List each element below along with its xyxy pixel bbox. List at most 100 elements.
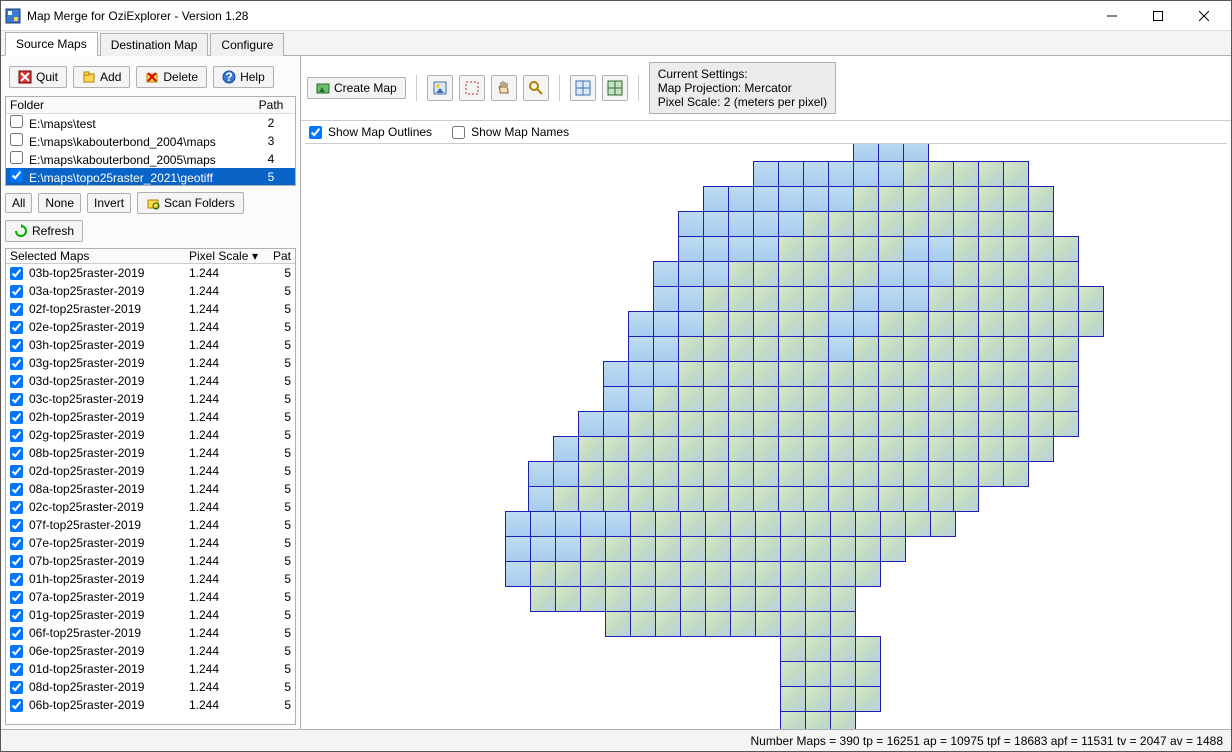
map-tile[interactable]: [653, 411, 679, 437]
map-tile[interactable]: [928, 411, 954, 437]
map-tile[interactable]: [580, 511, 606, 537]
map-tile[interactable]: [978, 386, 1004, 412]
map-tile[interactable]: [803, 461, 829, 487]
map-tile[interactable]: [878, 186, 904, 212]
map-tile[interactable]: [1053, 336, 1079, 362]
map-tile[interactable]: [928, 311, 954, 337]
map-tile[interactable]: [828, 311, 854, 337]
map-checkbox[interactable]: [10, 375, 23, 388]
map-tile[interactable]: [703, 311, 729, 337]
map-tile[interactable]: [505, 511, 531, 537]
map-tile[interactable]: [828, 386, 854, 412]
map-tile[interactable]: [803, 261, 829, 287]
map-tile[interactable]: [853, 186, 879, 212]
map-tile[interactable]: [903, 286, 929, 312]
map-tile[interactable]: [1028, 286, 1054, 312]
map-tile[interactable]: [878, 361, 904, 387]
map-tile[interactable]: [753, 411, 779, 437]
map-tile[interactable]: [828, 411, 854, 437]
map-tile[interactable]: [655, 536, 681, 562]
map-checkbox[interactable]: [10, 699, 23, 712]
map-tile[interactable]: [978, 261, 1004, 287]
map-tile[interactable]: [778, 311, 804, 337]
show-outlines-checkbox[interactable]: Show Map Outlines: [309, 125, 432, 139]
map-tile[interactable]: [903, 186, 929, 212]
map-tile[interactable]: [780, 586, 806, 612]
map-tile[interactable]: [1028, 411, 1054, 437]
map-tile[interactable]: [703, 211, 729, 237]
map-tile[interactable]: [680, 586, 706, 612]
names-check[interactable]: [452, 126, 465, 139]
map-tile[interactable]: [928, 211, 954, 237]
map-tile[interactable]: [780, 661, 806, 687]
map-tile[interactable]: [630, 611, 656, 637]
map-tile[interactable]: [1003, 161, 1029, 187]
map-tile[interactable]: [778, 411, 804, 437]
map-tile[interactable]: [753, 211, 779, 237]
map-tile[interactable]: [753, 161, 779, 187]
map-row[interactable]: 03a-top25raster-20191.2445: [6, 282, 295, 300]
map-tile[interactable]: [853, 211, 879, 237]
map-row[interactable]: 06e-top25raster-20191.2445: [6, 642, 295, 660]
map-tile[interactable]: [680, 511, 706, 537]
map-tile[interactable]: [855, 511, 881, 537]
map-tile[interactable]: [953, 336, 979, 362]
map-tile[interactable]: [728, 211, 754, 237]
map-tile[interactable]: [753, 286, 779, 312]
map-tile[interactable]: [755, 536, 781, 562]
map-tile[interactable]: [680, 611, 706, 637]
map-tile[interactable]: [728, 486, 754, 512]
map-tile[interactable]: [953, 311, 979, 337]
map-tile[interactable]: [553, 486, 579, 512]
map-checkbox[interactable]: [10, 573, 23, 586]
map-tile[interactable]: [830, 561, 856, 587]
map-tile[interactable]: [878, 144, 904, 162]
map-tile[interactable]: [978, 336, 1004, 362]
map-tile[interactable]: [505, 536, 531, 562]
map-tile[interactable]: [578, 461, 604, 487]
map-checkbox[interactable]: [10, 267, 23, 280]
map-row[interactable]: 02g-top25raster-20191.2445: [6, 426, 295, 444]
map-tile[interactable]: [678, 261, 704, 287]
map-tile[interactable]: [953, 161, 979, 187]
map-tile[interactable]: [753, 236, 779, 262]
close-button[interactable]: [1181, 1, 1227, 31]
map-row[interactable]: 01g-top25raster-20191.2445: [6, 606, 295, 624]
map-tile[interactable]: [653, 486, 679, 512]
map-tile[interactable]: [928, 336, 954, 362]
map-tile[interactable]: [603, 486, 629, 512]
map-tile[interactable]: [705, 536, 731, 562]
map-tile[interactable]: [805, 686, 831, 712]
map-tile[interactable]: [1028, 261, 1054, 287]
map-tile[interactable]: [730, 611, 756, 637]
map-tile[interactable]: [553, 436, 579, 462]
map-tile[interactable]: [828, 211, 854, 237]
map-row[interactable]: 08b-top25raster-20191.2445: [6, 444, 295, 462]
map-checkbox[interactable]: [10, 609, 23, 622]
map-tile[interactable]: [778, 286, 804, 312]
map-tile[interactable]: [753, 336, 779, 362]
map-tile[interactable]: [678, 461, 704, 487]
map-tile[interactable]: [728, 336, 754, 362]
map-tile[interactable]: [903, 386, 929, 412]
map-tile[interactable]: [705, 561, 731, 587]
map-tile[interactable]: [728, 311, 754, 337]
folder-row[interactable]: E:\maps\kabouterbond_2004\maps3: [6, 132, 295, 150]
map-tile[interactable]: [778, 336, 804, 362]
map-tile[interactable]: [853, 361, 879, 387]
folder-row[interactable]: E:\maps\kabouterbond_2005\maps4: [6, 150, 295, 168]
map-tile[interactable]: [780, 636, 806, 662]
map-tile[interactable]: [928, 361, 954, 387]
map-tile[interactable]: [855, 636, 881, 662]
map-tile[interactable]: [1003, 361, 1029, 387]
map-tile[interactable]: [978, 361, 1004, 387]
add-button[interactable]: Add: [73, 66, 130, 88]
map-tile[interactable]: [853, 486, 879, 512]
map-tile[interactable]: [1003, 436, 1029, 462]
maximize-button[interactable]: [1135, 1, 1181, 31]
map-tile[interactable]: [755, 611, 781, 637]
map-tile[interactable]: [780, 686, 806, 712]
map-tile[interactable]: [653, 436, 679, 462]
map-tile[interactable]: [853, 261, 879, 287]
map-tile[interactable]: [655, 586, 681, 612]
